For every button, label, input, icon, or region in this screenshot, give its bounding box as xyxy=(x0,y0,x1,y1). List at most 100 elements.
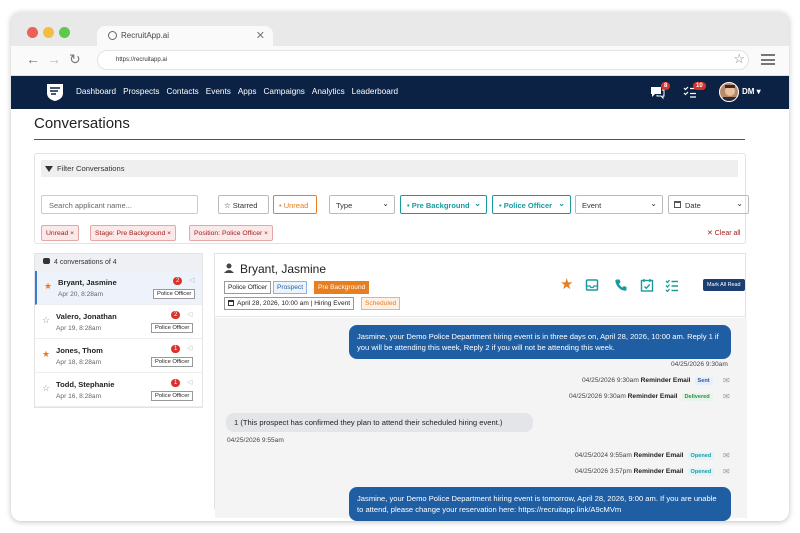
chevron-down-icon: ⌄ xyxy=(736,199,743,208)
person-icon xyxy=(224,263,234,273)
nav-apps[interactable]: Apps xyxy=(238,87,257,96)
star-outline-icon[interactable]: ☆ xyxy=(42,315,50,326)
list-item[interactable]: ☆ Todd, Stephanie Apr 16, 8:28am 1 ◁ Pol… xyxy=(35,373,202,407)
message-timestamp: 04/25/2026 9:30am xyxy=(671,361,728,368)
chevron-down-icon: ⌄ xyxy=(558,199,565,208)
nav-campaigns[interactable]: Campaigns xyxy=(263,87,304,96)
reminder-timestamp: 04/25/2026 9:30am xyxy=(569,393,626,400)
conversation-header: Bryant, Jasmine Police Officer Prospect … xyxy=(215,254,745,317)
inbox-icon[interactable] xyxy=(585,278,599,292)
prospect-date: Apr 20, 8:28am xyxy=(58,291,104,298)
applicant-search-input[interactable]: Search applicant name... xyxy=(41,195,198,214)
page-title: Conversations xyxy=(34,115,130,132)
user-menu[interactable]: DM ▾ xyxy=(742,87,761,96)
nav-events[interactable]: Events xyxy=(206,87,231,96)
unread-count-badge: 1 xyxy=(171,345,181,353)
status-badge: Opened xyxy=(687,468,715,476)
filter-icon xyxy=(45,166,53,172)
conversation-panel: Bryant, Jasmine Police Officer Prospect … xyxy=(214,253,747,521)
date-select[interactable]: Date ⌄ xyxy=(668,195,749,214)
calendar-icon xyxy=(228,300,234,307)
browser-tabbar: RecruitApp.ai ✕ xyxy=(11,12,789,46)
list-item[interactable]: ★ Bryant, Jasmine Apr 20, 8:28am 2 ◁ Pol… xyxy=(35,271,202,305)
browser-tab[interactable]: RecruitApp.ai ✕ xyxy=(97,26,273,46)
prospect-date: Apr 19, 8:28am xyxy=(56,325,102,332)
reminder-email-row: 04/25/2026 9:30am Reminder Email Sent xyxy=(582,377,713,385)
prospect-name: Bryant, Jasmine xyxy=(58,278,117,287)
phone-icon[interactable] xyxy=(614,278,628,292)
position-tag: Police Officer xyxy=(151,391,194,401)
event-status-tag: Scheduled xyxy=(361,297,401,310)
reminder-label: Reminder Email xyxy=(633,452,684,459)
nav-analytics[interactable]: Analytics xyxy=(312,87,345,96)
starred-filter-button[interactable]: ☆ Starred xyxy=(218,195,269,214)
envelope-icon[interactable]: ✉ xyxy=(723,467,730,476)
app-logo-icon[interactable] xyxy=(45,82,65,102)
list-item[interactable]: ☆ Valero, Jonathan Apr 19, 8:28am 2 ◁ Po… xyxy=(35,305,202,339)
reminder-timestamp: 04/25/2026 3:57pm xyxy=(575,468,632,475)
close-window-dot[interactable] xyxy=(27,27,38,38)
reminder-email-row: 04/25/2024 9:55am Reminder Email Opened xyxy=(575,452,715,460)
back-icon[interactable]: ← xyxy=(26,51,40,67)
mute-icon[interactable]: ◁ xyxy=(187,310,192,318)
address-bar[interactable]: https://recruitapp.ai xyxy=(97,50,749,70)
status-badge: Opened xyxy=(687,452,715,460)
position-select[interactable]: • Police Officer ⌄ xyxy=(492,195,571,214)
position-select-label: • Police Officer xyxy=(499,201,553,210)
envelope-icon[interactable]: ✉ xyxy=(723,392,730,401)
reminder-timestamp: 04/25/2024 9:55am xyxy=(575,452,632,459)
nav-prospects[interactable]: Prospects xyxy=(123,87,159,96)
type-select[interactable]: Type ⌄ xyxy=(329,195,395,214)
nav-leaderboard[interactable]: Leaderboard xyxy=(352,87,398,96)
nav-dashboard[interactable]: Dashboard xyxy=(76,87,116,96)
position-chip[interactable]: Position: Police Officer × xyxy=(189,225,274,241)
position-tag: Police Officer xyxy=(151,357,194,367)
user-avatar[interactable] xyxy=(719,82,739,102)
envelope-icon[interactable]: ✉ xyxy=(723,376,730,385)
stage-tag: Pre Background xyxy=(314,281,370,294)
mute-icon[interactable]: ◁ xyxy=(189,276,194,284)
maximize-window-dot[interactable] xyxy=(59,27,70,38)
calendar-check-icon[interactable] xyxy=(640,278,654,292)
position-tag: Police Officer xyxy=(151,323,194,333)
prospect-name: Jones, Thom xyxy=(56,346,103,355)
unread-filter-button[interactable]: • Unread xyxy=(273,195,317,214)
mute-icon[interactable]: ◁ xyxy=(187,344,192,352)
main-menu: Dashboard Prospects Contacts Events Apps… xyxy=(76,87,398,96)
bookmark-star-icon[interactable]: ☆ xyxy=(733,51,745,67)
list-item[interactable]: ★ Jones, Thom Apr 18, 8:28am 1 ◁ Police … xyxy=(35,339,202,373)
close-tab-icon[interactable]: ✕ xyxy=(256,29,265,42)
star-filled-icon[interactable]: ★ xyxy=(44,281,52,292)
prospect-date: Apr 16, 8:28am xyxy=(56,393,102,400)
mark-all-read-button[interactable]: Mark All Read xyxy=(703,279,745,291)
conversation-count-label: 4 conversations of 4 xyxy=(54,259,117,266)
star-filled-icon[interactable]: ★ xyxy=(42,349,50,360)
address-toolbar: ← → ↻ https://recruitapp.ai ☆ xyxy=(11,46,789,76)
envelope-icon[interactable]: ✉ xyxy=(723,451,730,460)
position-tag: Police Officer xyxy=(153,289,196,299)
mute-icon[interactable]: ◁ xyxy=(187,378,192,386)
unread-chip[interactable]: Unread × xyxy=(41,225,80,241)
star-filled-icon[interactable]: ★ xyxy=(560,275,574,293)
event-select[interactable]: Event ⌄ xyxy=(575,195,663,214)
stage-select[interactable]: • Pre Background ⌄ xyxy=(400,195,487,214)
prospect-name: Valero, Jonathan xyxy=(56,312,117,321)
conversation-list: 4 conversations of 4 ★ Bryant, Jasmine A… xyxy=(34,253,203,408)
prospect-date: Apr 18, 8:28am xyxy=(56,359,102,366)
reminder-email-row: 04/25/2026 3:57pm Reminder Email Opened xyxy=(575,468,715,476)
minimize-window-dot[interactable] xyxy=(43,27,54,38)
conversation-count: 4 conversations of 4 xyxy=(35,254,202,271)
stage-chip[interactable]: Stage: Pre Background × xyxy=(90,225,177,241)
filter-heading: Filter Conversations xyxy=(57,164,125,173)
browser-menu-icon[interactable] xyxy=(761,54,775,65)
date-select-label: Date xyxy=(685,201,701,210)
checklist-icon[interactable] xyxy=(665,278,679,292)
filter-header[interactable]: Filter Conversations xyxy=(41,160,738,177)
nav-contacts[interactable]: Contacts xyxy=(166,87,198,96)
prospect-name: Todd, Stephanie xyxy=(56,380,115,389)
reload-icon[interactable]: ↻ xyxy=(69,51,81,68)
clear-all-button[interactable]: ✕ Clear all xyxy=(707,229,741,237)
prospect-name-heading[interactable]: Bryant, Jasmine xyxy=(240,262,326,276)
star-outline-icon[interactable]: ☆ xyxy=(42,383,50,394)
forward-icon[interactable]: → xyxy=(47,51,61,67)
